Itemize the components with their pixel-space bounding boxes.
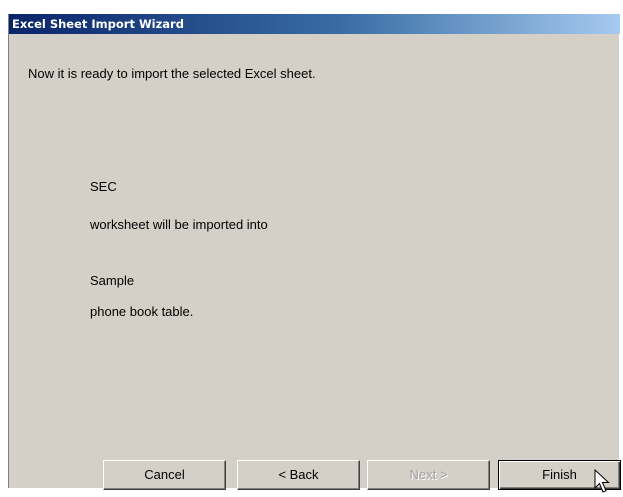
next-button[interactable]: Next > [367,460,490,490]
back-button[interactable]: < Back [237,460,360,490]
title-bar[interactable]: Excel Sheet Import Wizard [9,14,620,34]
sheet-name: SEC [90,179,117,194]
finish-button[interactable]: Finish [498,460,621,490]
window-title: Excel Sheet Import Wizard [12,17,184,31]
instruction-text: Now it is ready to import the selected E… [28,66,316,81]
sheet-description: worksheet will be imported into [90,217,268,232]
table-description: phone book table. [90,304,194,319]
table-name: Sample [90,273,135,288]
import-wizard-dialog: Excel Sheet Import Wizard Now it is read… [8,14,621,493]
cancel-button[interactable]: Cancel [103,460,226,490]
